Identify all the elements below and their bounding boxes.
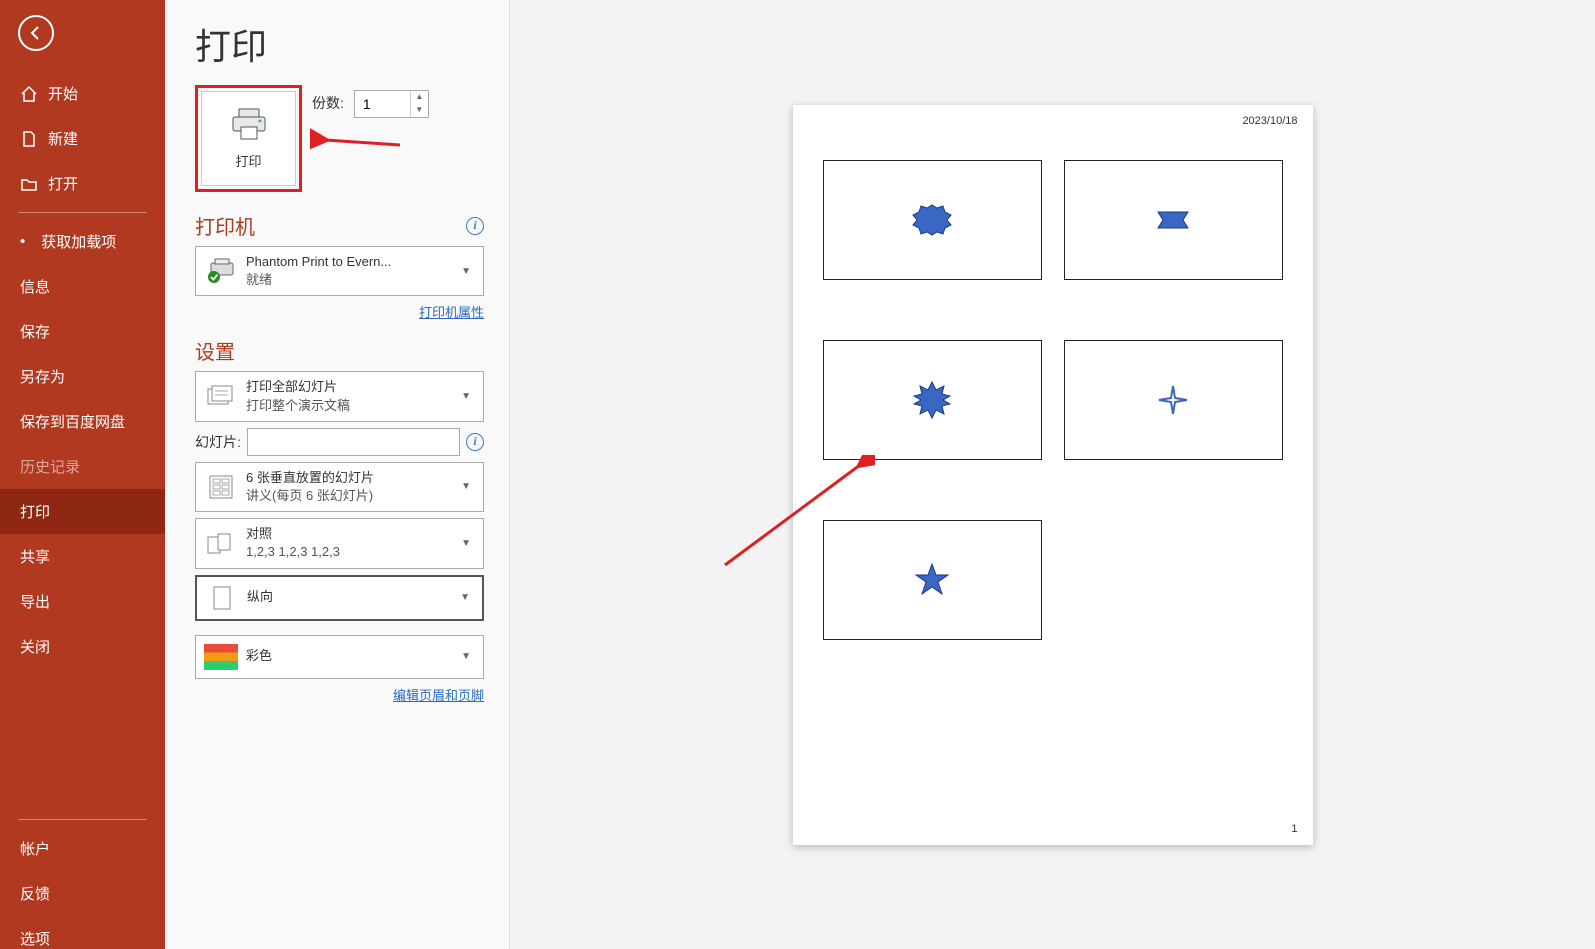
nav-savebaidu[interactable]: 保存到百度网盘 xyxy=(0,399,165,444)
color-dropdown[interactable]: 彩色 ▼ xyxy=(195,635,484,679)
nav-home-label: 开始 xyxy=(48,83,78,104)
nav-share-label: 共享 xyxy=(20,546,50,567)
nav-divider xyxy=(18,819,147,820)
file-icon xyxy=(20,130,38,148)
slide-thumb-2 xyxy=(1064,160,1283,280)
chevron-down-icon: ▼ xyxy=(457,651,475,662)
slides-all-icon xyxy=(204,382,238,412)
orientation-dropdown[interactable]: 纵向 ▼ xyxy=(195,575,484,621)
print-button-highlight: 打印 xyxy=(195,85,302,192)
printer-icon xyxy=(229,107,269,141)
color-label: 彩色 xyxy=(246,647,457,665)
nav-save-label: 保存 xyxy=(20,321,50,342)
nav-save[interactable]: 保存 xyxy=(0,309,165,354)
slides-range-label: 幻灯片: xyxy=(195,432,241,452)
collate-title: 对照 xyxy=(246,525,457,543)
arrow-left-icon xyxy=(27,24,45,42)
chevron-down-icon: ▼ xyxy=(457,481,475,492)
range-title: 打印全部幻灯片 xyxy=(246,378,457,396)
nav-open-label: 打开 xyxy=(48,173,78,194)
nav-saveas[interactable]: 另存为 xyxy=(0,354,165,399)
home-icon xyxy=(20,85,38,103)
copies-down[interactable]: ▼ xyxy=(411,104,428,117)
nav-feedback[interactable]: 反馈 xyxy=(0,871,165,916)
copies-label: 份数: xyxy=(312,85,344,113)
slides-range-input[interactable] xyxy=(247,428,460,456)
color-icon xyxy=(204,642,238,672)
chevron-down-icon: ▼ xyxy=(457,391,475,402)
layout-title: 6 张垂直放置的幻灯片 xyxy=(246,469,457,487)
slide-thumb-1 xyxy=(823,160,1042,280)
nav-close-label: 关闭 xyxy=(20,636,50,657)
portrait-icon xyxy=(205,583,239,613)
nav-addins-label: 获取加载项 xyxy=(41,231,116,252)
back-button[interactable] xyxy=(18,15,54,51)
header-footer-link[interactable]: 编辑页眉和页脚 xyxy=(393,688,484,703)
nav-open[interactable]: 打开 xyxy=(0,161,165,206)
page-preview: 2023/10/18 1 xyxy=(793,105,1313,845)
nav-account[interactable]: 帐户 xyxy=(0,826,165,871)
nav-saveas-label: 另存为 xyxy=(20,366,65,387)
preview-page-number: 1 xyxy=(1291,823,1297,835)
print-button-label: 打印 xyxy=(235,151,261,170)
nav-history-label: 历史记录 xyxy=(20,456,80,477)
nav-new-label: 新建 xyxy=(48,128,78,149)
printer-status: 就绪 xyxy=(246,271,457,289)
nav-share[interactable]: 共享 xyxy=(0,534,165,579)
nav-print[interactable]: 打印 xyxy=(0,489,165,534)
nav-export-label: 导出 xyxy=(20,591,50,612)
info-icon[interactable]: i xyxy=(466,433,484,451)
print-button[interactable]: 打印 xyxy=(201,91,296,186)
nav-options[interactable]: 选项 xyxy=(0,916,165,949)
slide-thumb-3 xyxy=(823,340,1042,460)
copies-input-wrapper: ▲ ▼ xyxy=(354,90,429,118)
backstage-sidebar: 开始 新建 打开 获取加载项 信息 保存 另存为 保存到百度网盘 历史记录 打印… xyxy=(0,0,165,949)
handout-6-icon xyxy=(204,472,238,502)
nav-print-label: 打印 xyxy=(20,501,50,522)
slide-thumb-4 xyxy=(1064,340,1283,460)
nav-addins[interactable]: 获取加载项 xyxy=(0,219,165,264)
nav-savebaidu-label: 保存到百度网盘 xyxy=(20,411,125,432)
page-title: 打印 xyxy=(195,18,484,70)
range-sub: 打印整个演示文稿 xyxy=(246,397,457,415)
layout-sub: 讲义(每页 6 张幻灯片) xyxy=(246,487,457,505)
nav-account-label: 帐户 xyxy=(20,838,50,859)
handout-grid xyxy=(823,160,1283,640)
print-settings-panel: 打印 打印 份数: ▲ ▼ 打印机 i xyxy=(165,0,510,949)
printer-section-title: 打印机 i xyxy=(195,211,484,240)
print-preview-area: 2023/10/18 1 xyxy=(510,0,1595,949)
layout-dropdown[interactable]: 6 张垂直放置的幻灯片 讲义(每页 6 张幻灯片) ▼ xyxy=(195,462,484,512)
nav-divider xyxy=(18,212,147,213)
printer-properties-link[interactable]: 打印机属性 xyxy=(419,305,484,320)
nav-info[interactable]: 信息 xyxy=(0,264,165,309)
nav-history: 历史记录 xyxy=(0,444,165,489)
collate-icon xyxy=(204,528,238,558)
chevron-down-icon: ▼ xyxy=(457,538,475,549)
nav-info-label: 信息 xyxy=(20,276,50,297)
settings-section-title: 设置 xyxy=(195,336,484,365)
slide-thumb-5 xyxy=(823,520,1042,640)
copies-up[interactable]: ▲ xyxy=(411,91,428,104)
chevron-down-icon: ▼ xyxy=(456,592,474,603)
collate-dropdown[interactable]: 对照 1,2,3 1,2,3 1,2,3 ▼ xyxy=(195,518,484,568)
chevron-down-icon: ▼ xyxy=(457,266,475,277)
orientation-label: 纵向 xyxy=(247,588,456,606)
copies-input[interactable] xyxy=(355,96,410,112)
nav-close[interactable]: 关闭 xyxy=(0,624,165,669)
printer-dropdown[interactable]: Phantom Print to Evern... 就绪 ▼ xyxy=(195,246,484,296)
info-icon[interactable]: i xyxy=(466,217,484,235)
printer-status-icon xyxy=(204,256,238,286)
nav-feedback-label: 反馈 xyxy=(20,883,50,904)
nav-new[interactable]: 新建 xyxy=(0,116,165,161)
nav-export[interactable]: 导出 xyxy=(0,579,165,624)
print-range-dropdown[interactable]: 打印全部幻灯片 打印整个演示文稿 ▼ xyxy=(195,371,484,421)
printer-name: Phantom Print to Evern... xyxy=(246,253,457,271)
folder-open-icon xyxy=(20,175,38,193)
nav-options-label: 选项 xyxy=(20,928,50,949)
nav-home[interactable]: 开始 xyxy=(0,71,165,116)
preview-date: 2023/10/18 xyxy=(1242,115,1297,127)
collate-sub: 1,2,3 1,2,3 1,2,3 xyxy=(246,543,457,561)
